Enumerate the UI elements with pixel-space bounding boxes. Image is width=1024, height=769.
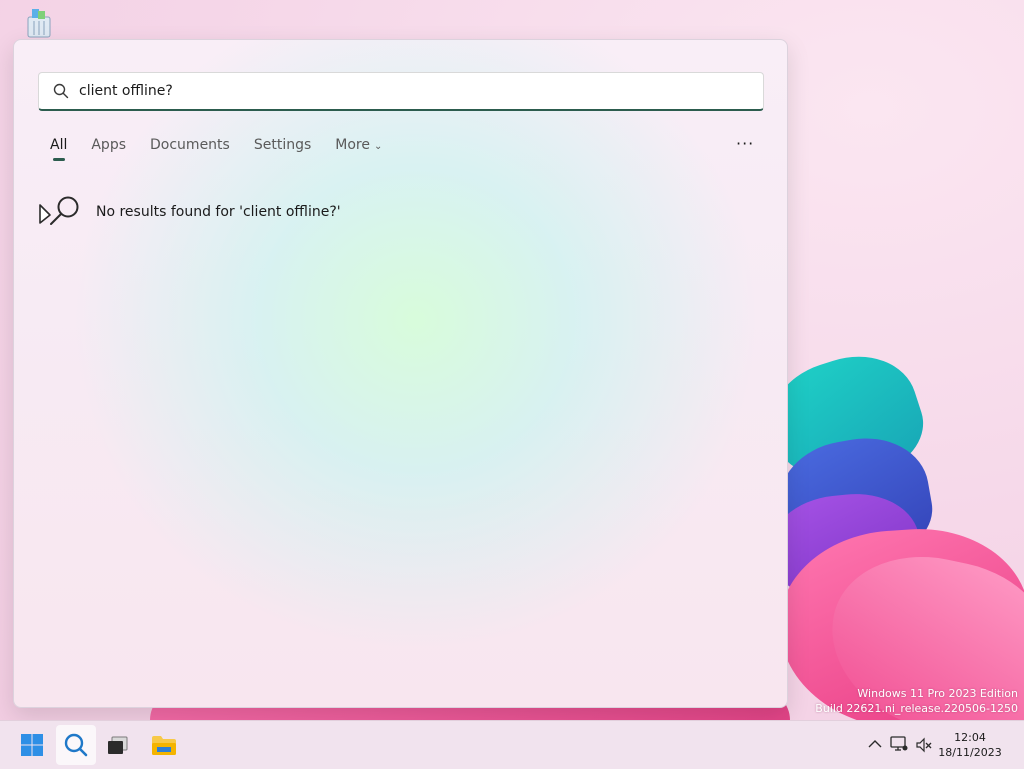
tab-apps[interactable]: Apps [91,137,126,161]
chevron-up-icon [868,740,882,748]
tab-documents[interactable]: Documents [150,137,230,161]
start-button[interactable] [12,725,52,765]
watermark-edition: Windows 11 Pro 2023 Edition [857,687,1018,700]
taskbar-clock[interactable]: 12:04 18/11/2023 [935,730,1005,760]
taskbar-search-button[interactable] [56,725,96,765]
search-icon [53,83,69,99]
volume-button[interactable] [916,737,932,757]
network-icon [890,736,908,751]
task-view-button[interactable] [98,725,138,765]
search-box[interactable] [38,72,764,111]
clock-time: 12:04 [954,731,986,744]
windows-watermark: Windows 11 Pro 2023 Edition Build 22621.… [815,686,1018,716]
tab-more[interactable]: More ⌄ [335,137,382,161]
search-filter-tabs: All Apps Documents Settings More ⌄ [50,137,406,161]
recycle-bin-icon[interactable] [26,8,52,38]
tab-all[interactable]: All [50,137,67,161]
tab-settings[interactable]: Settings [254,137,311,161]
no-results-message: No results found for 'client offline?' [38,195,341,229]
search-input[interactable] [79,76,719,106]
network-button[interactable] [890,736,908,756]
watermark-build: Build 22621.ni_release.220506-1250 [815,702,1018,715]
task-view-icon [108,736,128,754]
clock-date: 18/11/2023 [938,746,1002,759]
tab-more-label: More [335,137,370,153]
no-results-magnifier-icon [39,196,79,225]
no-results-text: No results found for 'client offline?' [96,204,341,220]
folder-icon [152,736,176,755]
taskbar: 12:04 18/11/2023 [0,720,1024,769]
tray-overflow-button[interactable] [868,738,882,753]
windows-logo-icon [21,734,43,756]
search-icon [64,733,88,757]
volume-muted-icon [916,737,932,753]
file-explorer-button[interactable] [144,725,184,765]
more-options-button[interactable]: ··· [736,134,754,153]
chevron-down-icon: ⌄ [373,141,383,152]
search-flyout: All Apps Documents Settings More⌄ ··· No… [13,39,788,708]
